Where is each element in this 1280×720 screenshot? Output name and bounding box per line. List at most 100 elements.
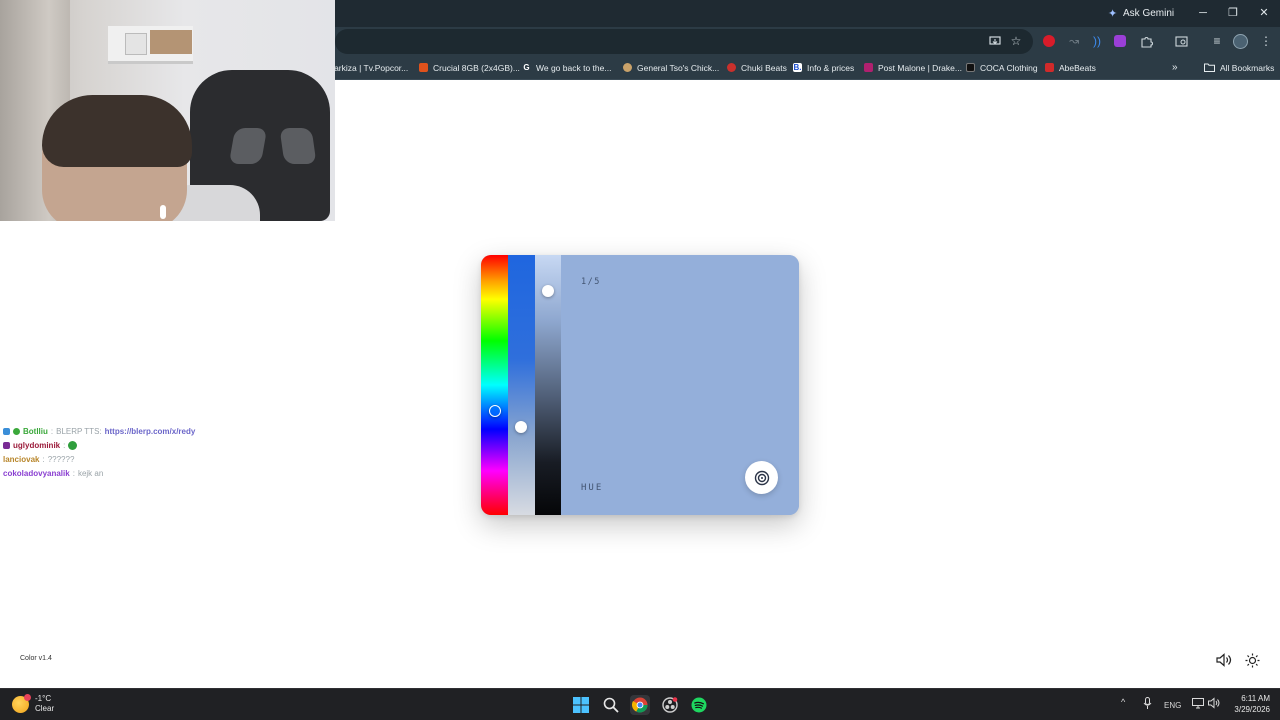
install-app-icon[interactable]	[987, 33, 1003, 49]
webcam-box	[125, 33, 147, 55]
chat-text: ??????	[47, 454, 75, 464]
weather-condition: Clear	[35, 704, 55, 713]
bookmark-item[interactable]: Chuki Beats	[727, 60, 787, 75]
stream-chat-overlay: Botlliu : BLERP TTS: https://blerp.com/x…	[3, 424, 243, 480]
chrome-taskbar-icon[interactable]	[630, 695, 650, 715]
bookmark-label: Chuki Beats	[741, 62, 787, 73]
clock-time: 6:11 AM	[1241, 694, 1270, 703]
saturation-slider[interactable]	[508, 255, 535, 515]
bookmark-label: We go back to the...	[536, 62, 612, 73]
app-version-label: Color v1.4	[20, 655, 52, 662]
chat-separator: :	[50, 426, 54, 436]
profile-avatar-icon[interactable]	[1233, 34, 1248, 49]
system-clock[interactable]: 6:11 AM 3/29/2026	[1226, 693, 1270, 715]
bookmark-label: Markiza | Tv.Popcor...	[327, 62, 409, 73]
bookmark-item[interactable]: B. Info & prices	[793, 60, 854, 75]
weather-moon-icon	[12, 693, 31, 713]
reading-list-icon[interactable]: ≡	[1209, 33, 1225, 49]
gemini-sparkle-icon: ✦	[1108, 7, 1118, 20]
folder-icon	[1204, 63, 1215, 72]
bookmark-item[interactable]: G We go back to the...	[522, 60, 611, 75]
theme-toggle-sun-icon[interactable]	[1244, 652, 1260, 668]
spotify-taskbar-icon[interactable]	[689, 695, 709, 715]
windows-taskbar: -1°C Clear ^ ENG 6:11 AM 3/29/2026	[0, 688, 1280, 720]
webcam-person-hair	[42, 95, 192, 167]
chat-text: BLERP TTS:	[56, 426, 102, 436]
chat-badge-icon	[13, 427, 20, 435]
randomize-color-button[interactable]	[745, 461, 778, 494]
chat-text: kejk an	[77, 468, 104, 478]
menu-kebab-icon[interactable]: ⋮	[1258, 33, 1274, 49]
weather-temperature: -1°C	[35, 694, 52, 703]
color-picker-card: 1/5 HUE	[481, 255, 799, 515]
bookmark-favicon-icon	[864, 63, 873, 72]
extension-red-icon[interactable]	[1043, 35, 1055, 47]
mode-label[interactable]: HUE	[581, 483, 603, 493]
more-bookmarks-chevron-icon[interactable]: »	[1172, 60, 1178, 75]
extensions-puzzle-icon[interactable]	[1138, 33, 1154, 49]
chat-separator: :	[72, 468, 75, 478]
bookmark-item[interactable]: Crucial 8GB (2x4GB)...	[419, 60, 520, 75]
chat-badge-icon	[3, 441, 10, 449]
bookmark-item[interactable]: General Tso's Chick...	[623, 60, 719, 75]
target-icon	[754, 470, 769, 485]
chat-link: https://blerp.com/x/redy	[104, 426, 196, 436]
language-indicator[interactable]: ENG	[1164, 701, 1181, 710]
start-windows-icon[interactable]	[571, 695, 591, 715]
bookmark-item[interactable]: Markiza | Tv.Popcor...	[327, 60, 408, 75]
extension-purple-icon[interactable]	[1114, 35, 1126, 47]
bookmark-label: Info & prices	[807, 62, 855, 73]
palette-counter: 1/5	[581, 277, 601, 287]
bookmark-favicon-icon	[727, 63, 736, 72]
chat-username: uglydominik	[13, 440, 61, 450]
clock-date: 3/29/2026	[1234, 705, 1270, 714]
search-icon[interactable]	[601, 695, 621, 715]
minimize-button[interactable]: ─	[1193, 4, 1213, 22]
chat-message: uglydominik :	[3, 438, 243, 452]
chat-separator: :	[42, 454, 45, 464]
chat-separator: :	[63, 440, 66, 450]
side-panel-search-icon[interactable]	[1173, 33, 1189, 49]
bookmark-favicon-icon	[1045, 63, 1054, 72]
obs-taskbar-icon[interactable]	[660, 695, 680, 715]
saturation-slider-thumb[interactable]	[515, 420, 527, 433]
bookmark-label: Crucial 8GB (2x4GB)...	[433, 62, 520, 73]
microphone-icon[interactable]	[1143, 697, 1152, 712]
chat-message: Botlliu : BLERP TTS: https://blerp.com/x…	[3, 424, 243, 438]
bookmark-label: COCA Clothing	[980, 62, 1038, 73]
notification-dot	[24, 693, 31, 701]
bookmark-label: General Tso's Chick...	[637, 62, 720, 73]
all-bookmarks-label: All Bookmarks	[1220, 62, 1275, 73]
bookmark-label: Post Malone | Drake...	[878, 62, 962, 73]
webcam-earbud	[160, 205, 166, 219]
extension-arrow-icon[interactable]: ↝	[1066, 33, 1082, 49]
chat-message: cokoladovyanalik : kejk an	[3, 466, 243, 480]
hue-slider[interactable]	[481, 255, 508, 515]
bookmark-item[interactable]: COCA Clothing	[966, 60, 1038, 75]
bookmark-star-icon[interactable]: ☆	[1008, 33, 1024, 49]
volume-icon[interactable]	[1208, 697, 1220, 711]
chat-emote-icon	[68, 440, 78, 450]
webcam-overlay	[0, 0, 335, 221]
bookmark-favicon-icon	[966, 63, 975, 72]
tray-overflow-chevron-icon[interactable]: ^	[1121, 697, 1125, 707]
close-window-button[interactable]: ✕	[1254, 4, 1274, 22]
ask-gemini-button[interactable]: ✦ Ask Gemini	[1108, 6, 1174, 21]
bookmark-favicon-icon	[623, 63, 632, 72]
weather-widget[interactable]: -1°C Clear	[12, 693, 55, 714]
bookmark-item[interactable]: AbeBeats	[1045, 60, 1096, 75]
chat-username: Botlliu	[23, 426, 48, 436]
sound-toggle-icon[interactable]	[1216, 652, 1232, 668]
network-icon[interactable]	[1192, 697, 1204, 711]
hue-slider-thumb[interactable]	[489, 405, 501, 417]
all-bookmarks-button[interactable]: All Bookmarks	[1204, 60, 1274, 75]
restore-button[interactable]: ❐	[1223, 4, 1243, 22]
bookmark-favicon-icon: B.	[793, 63, 802, 72]
extension-audio-icon[interactable]: ))	[1089, 33, 1105, 49]
chat-username: cokoladovyanalik	[3, 468, 70, 478]
chat-badge-icon	[3, 427, 10, 435]
bookmark-favicon-icon: G	[522, 63, 531, 72]
bookmark-item[interactable]: Post Malone | Drake...	[864, 60, 962, 75]
chat-username: lanciovak	[3, 454, 40, 464]
address-bar[interactable]	[335, 29, 1033, 54]
